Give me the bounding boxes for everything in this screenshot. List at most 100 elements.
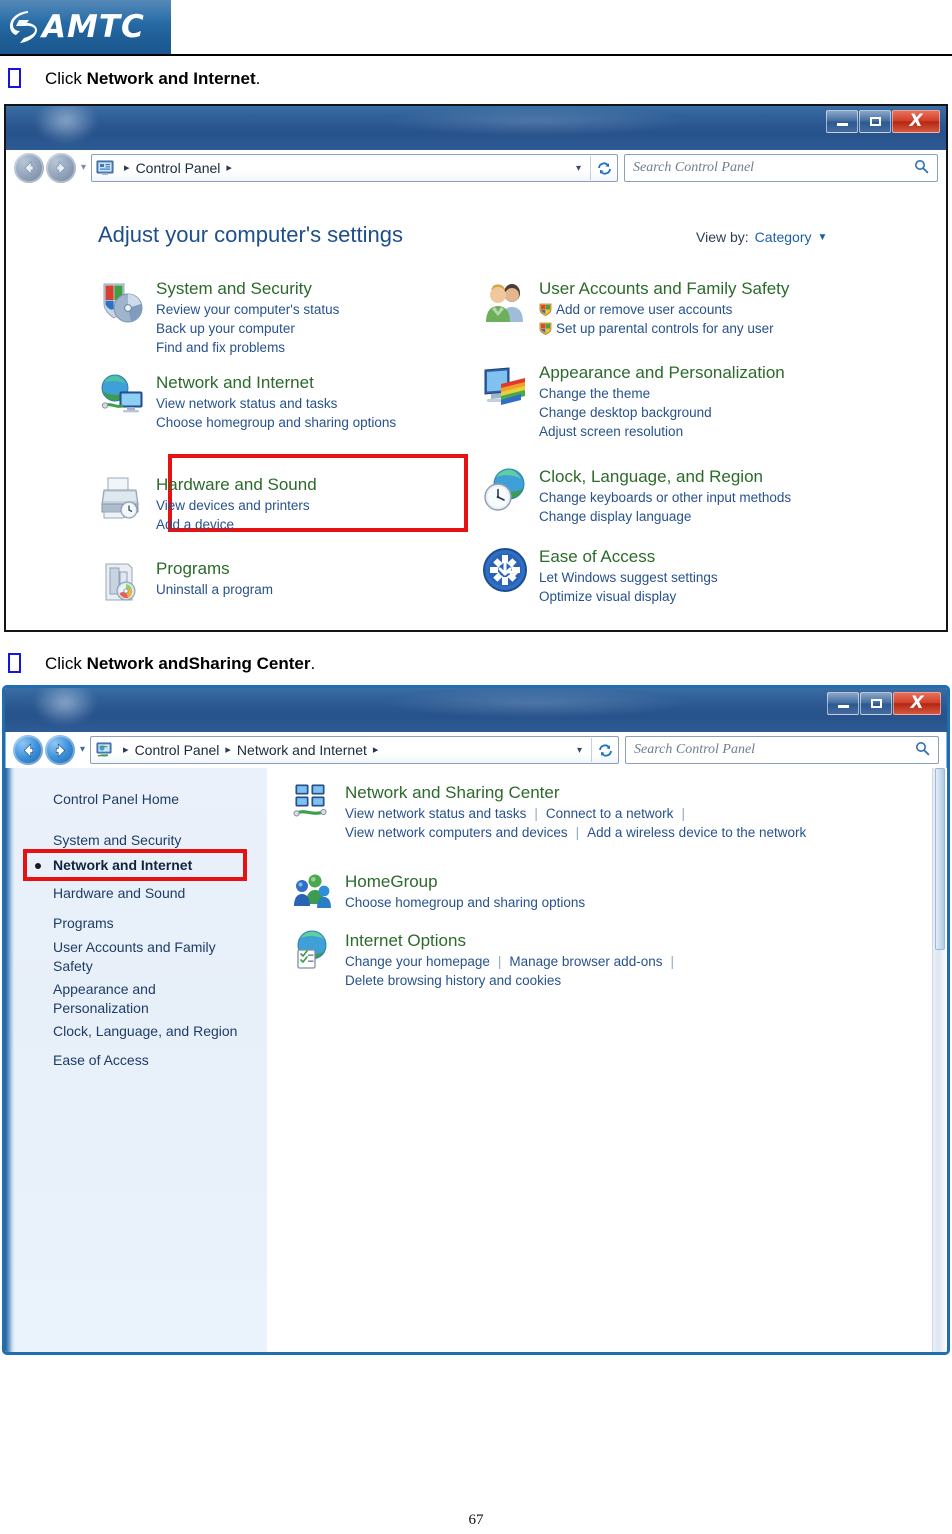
category-title[interactable]: Appearance and Personalization — [539, 362, 785, 384]
item-link[interactable]: Delete browsing history and cookies — [345, 973, 561, 988]
item-title[interactable]: HomeGroup — [345, 871, 585, 893]
sidebar-item-ease-of-access[interactable]: Ease of Access — [53, 1051, 149, 1070]
item-title[interactable]: Network and Sharing Center — [345, 782, 806, 804]
window1-search-box[interactable]: Search Control Panel — [624, 154, 938, 182]
control-panel-window-1[interactable]: X ▾ ▸ Control Panel ▸ ▾ Search Control P… — [4, 104, 948, 632]
item-link[interactable]: Connect to a network — [546, 806, 674, 821]
view-by-control[interactable]: View by: Category ▼ — [696, 229, 827, 245]
window2-nav-buttons[interactable]: ▾ — [13, 735, 90, 765]
back-button[interactable] — [14, 153, 44, 183]
category-link[interactable]: Review your computer's status — [156, 300, 339, 319]
item-links-row-1[interactable]: Change your homepage | Manage browser add-… — [345, 952, 682, 971]
item-link[interactable]: Change your homepage — [345, 954, 490, 969]
sidebar-item-hardware-and-sound[interactable]: Hardware and Sound — [53, 884, 185, 903]
history-dropdown-button[interactable]: ▾ — [81, 163, 86, 173]
item-network-and-sharing-center[interactable]: Network and Sharing Center View network … — [293, 782, 806, 842]
address-dropdown-icon[interactable]: ▾ — [568, 745, 591, 756]
category-link[interactable]: Adjust screen resolution — [539, 422, 785, 441]
maximize-button[interactable] — [859, 110, 891, 133]
sidebar-item-programs[interactable]: Programs — [53, 914, 114, 933]
window2-controls[interactable]: X — [826, 692, 941, 715]
item-links-row-1[interactable]: Choose homegroup and sharing options — [345, 893, 585, 912]
category-link[interactable]: Let Windows suggest settings — [539, 568, 718, 587]
search-input[interactable]: Search Control Panel — [634, 742, 755, 758]
window1-address-right[interactable]: ▾ — [567, 156, 617, 180]
close-button[interactable]: X — [893, 692, 941, 715]
sidebar-item-system-and-security[interactable]: System and Security — [53, 831, 181, 850]
history-dropdown-button[interactable]: ▾ — [80, 745, 85, 755]
item-link[interactable]: Add a wireless device to the network — [587, 825, 806, 840]
breadcrumb-arrow-icon-2[interactable]: ▸ — [226, 162, 232, 174]
category-link[interactable]: View devices and printers — [156, 496, 317, 515]
refresh-button[interactable] — [591, 738, 618, 762]
category-link[interactable]: View network status and tasks — [156, 394, 396, 413]
refresh-button[interactable] — [590, 156, 617, 180]
category-link[interactable]: Add a device — [156, 515, 317, 534]
item-title[interactable]: Internet Options — [345, 930, 682, 952]
view-by-value[interactable]: Category — [755, 229, 812, 245]
maximize-button[interactable] — [860, 692, 892, 715]
category-link[interactable]: Add or remove user accounts — [539, 300, 789, 319]
minimize-button[interactable] — [827, 692, 859, 715]
window2-address-right[interactable]: ▾ — [568, 738, 618, 762]
item-link[interactable]: View network status and tasks — [345, 806, 526, 821]
breadcrumb-arrow-icon-2[interactable]: ▸ — [225, 744, 231, 756]
category-title[interactable]: Programs — [156, 558, 273, 580]
item-link[interactable]: Manage browser add-ons — [509, 954, 662, 969]
sidebar-item-clock-language-and-region[interactable]: Clock, Language, and Region — [53, 1022, 237, 1041]
category-link[interactable]: Change the theme — [539, 384, 785, 403]
category-title[interactable]: Clock, Language, and Region — [539, 466, 791, 488]
window1-address-row[interactable]: ▾ ▸ Control Panel ▸ ▾ Search Control Pan… — [6, 150, 946, 186]
category-link[interactable]: Change display language — [539, 507, 791, 526]
breadcrumb-item-1[interactable]: Network and Internet — [237, 742, 367, 758]
sidebar-item-network-and-internet[interactable]: Network and Internet — [53, 856, 192, 875]
category-hardware-and-sound[interactable]: Hardware and Sound View devices and prin… — [98, 474, 317, 534]
item-homegroup[interactable]: HomeGroup Choose homegroup and sharing o… — [293, 871, 585, 912]
category-network-and-internet[interactable]: Network and Internet View network status… — [98, 372, 396, 432]
back-button[interactable] — [13, 735, 43, 765]
category-link[interactable]: Back up your computer — [156, 319, 339, 338]
category-link[interactable]: Change desktop background — [539, 403, 785, 422]
address-dropdown-icon[interactable]: ▾ — [567, 163, 590, 174]
window1-controls[interactable]: X — [825, 110, 940, 133]
category-title[interactable]: Hardware and Sound — [156, 474, 317, 496]
category-user-accounts-and-family-safety[interactable]: User Accounts and Family Safety Add or r… — [481, 278, 789, 338]
category-programs[interactable]: Programs Uninstall a program — [98, 558, 273, 606]
sidebar-item-appearance-and-personalization[interactable]: Appearance and Personalization — [53, 980, 233, 1018]
search-input[interactable]: Search Control Panel — [633, 160, 754, 176]
category-title[interactable]: System and Security — [156, 278, 339, 300]
category-clock-language-and-region[interactable]: Clock, Language, and Region Change keybo… — [481, 466, 791, 526]
category-link-text[interactable]: Set up parental controls for any user — [556, 321, 774, 336]
chevron-down-icon[interactable]: ▼ — [817, 232, 827, 243]
control-panel-window-2[interactable]: X ▾ ▸ Control Panel ▸ Network and Intern… — [2, 685, 950, 1355]
category-system-and-security[interactable]: System and Security Review your computer… — [98, 278, 339, 357]
window1-address-bar[interactable]: ▸ Control Panel ▸ ▾ — [91, 154, 618, 182]
item-link[interactable]: Choose homegroup and sharing options — [345, 895, 585, 910]
breadcrumb-arrow-icon-3[interactable]: ▸ — [373, 744, 379, 756]
item-internet-options[interactable]: Internet Options Change your homepage | Ma… — [293, 930, 682, 990]
category-link[interactable]: Set up parental controls for any user — [539, 319, 789, 338]
forward-button[interactable] — [46, 153, 76, 183]
item-links-row-2[interactable]: Delete browsing history and cookies — [345, 971, 682, 990]
window2-titlebar[interactable]: X — [5, 688, 947, 732]
breadcrumb-item-0[interactable]: Control Panel — [135, 742, 220, 758]
vertical-scrollbar[interactable] — [932, 768, 947, 1352]
item-links-row-2[interactable]: View network computers and devices | Add a… — [345, 823, 806, 842]
item-link[interactable]: View network computers and devices — [345, 825, 568, 840]
close-button[interactable]: X — [892, 110, 940, 133]
sidebar-item-control-panel-home[interactable]: Control Panel Home — [53, 790, 179, 809]
window1-nav-buttons[interactable]: ▾ — [14, 153, 91, 183]
category-link-text[interactable]: Add or remove user accounts — [556, 302, 732, 317]
category-link[interactable]: Change keyboards or other input methods — [539, 488, 791, 507]
breadcrumb-item-0[interactable]: Control Panel — [136, 160, 221, 176]
window1-titlebar[interactable]: X — [6, 106, 946, 150]
category-link[interactable]: Choose homegroup and sharing options — [156, 413, 396, 432]
category-link[interactable]: Find and fix problems — [156, 338, 339, 357]
category-link[interactable]: Optimize visual display — [539, 587, 718, 606]
window2-address-bar[interactable]: ▸ Control Panel ▸ Network and Internet ▸… — [90, 736, 619, 764]
window2-address-row[interactable]: ▾ ▸ Control Panel ▸ Network and Internet… — [5, 732, 947, 768]
category-link[interactable]: Uninstall a program — [156, 580, 273, 599]
category-title[interactable]: Network and Internet — [156, 372, 396, 394]
category-title[interactable]: Ease of Access — [539, 546, 718, 568]
scrollbar-thumb[interactable] — [935, 768, 945, 950]
